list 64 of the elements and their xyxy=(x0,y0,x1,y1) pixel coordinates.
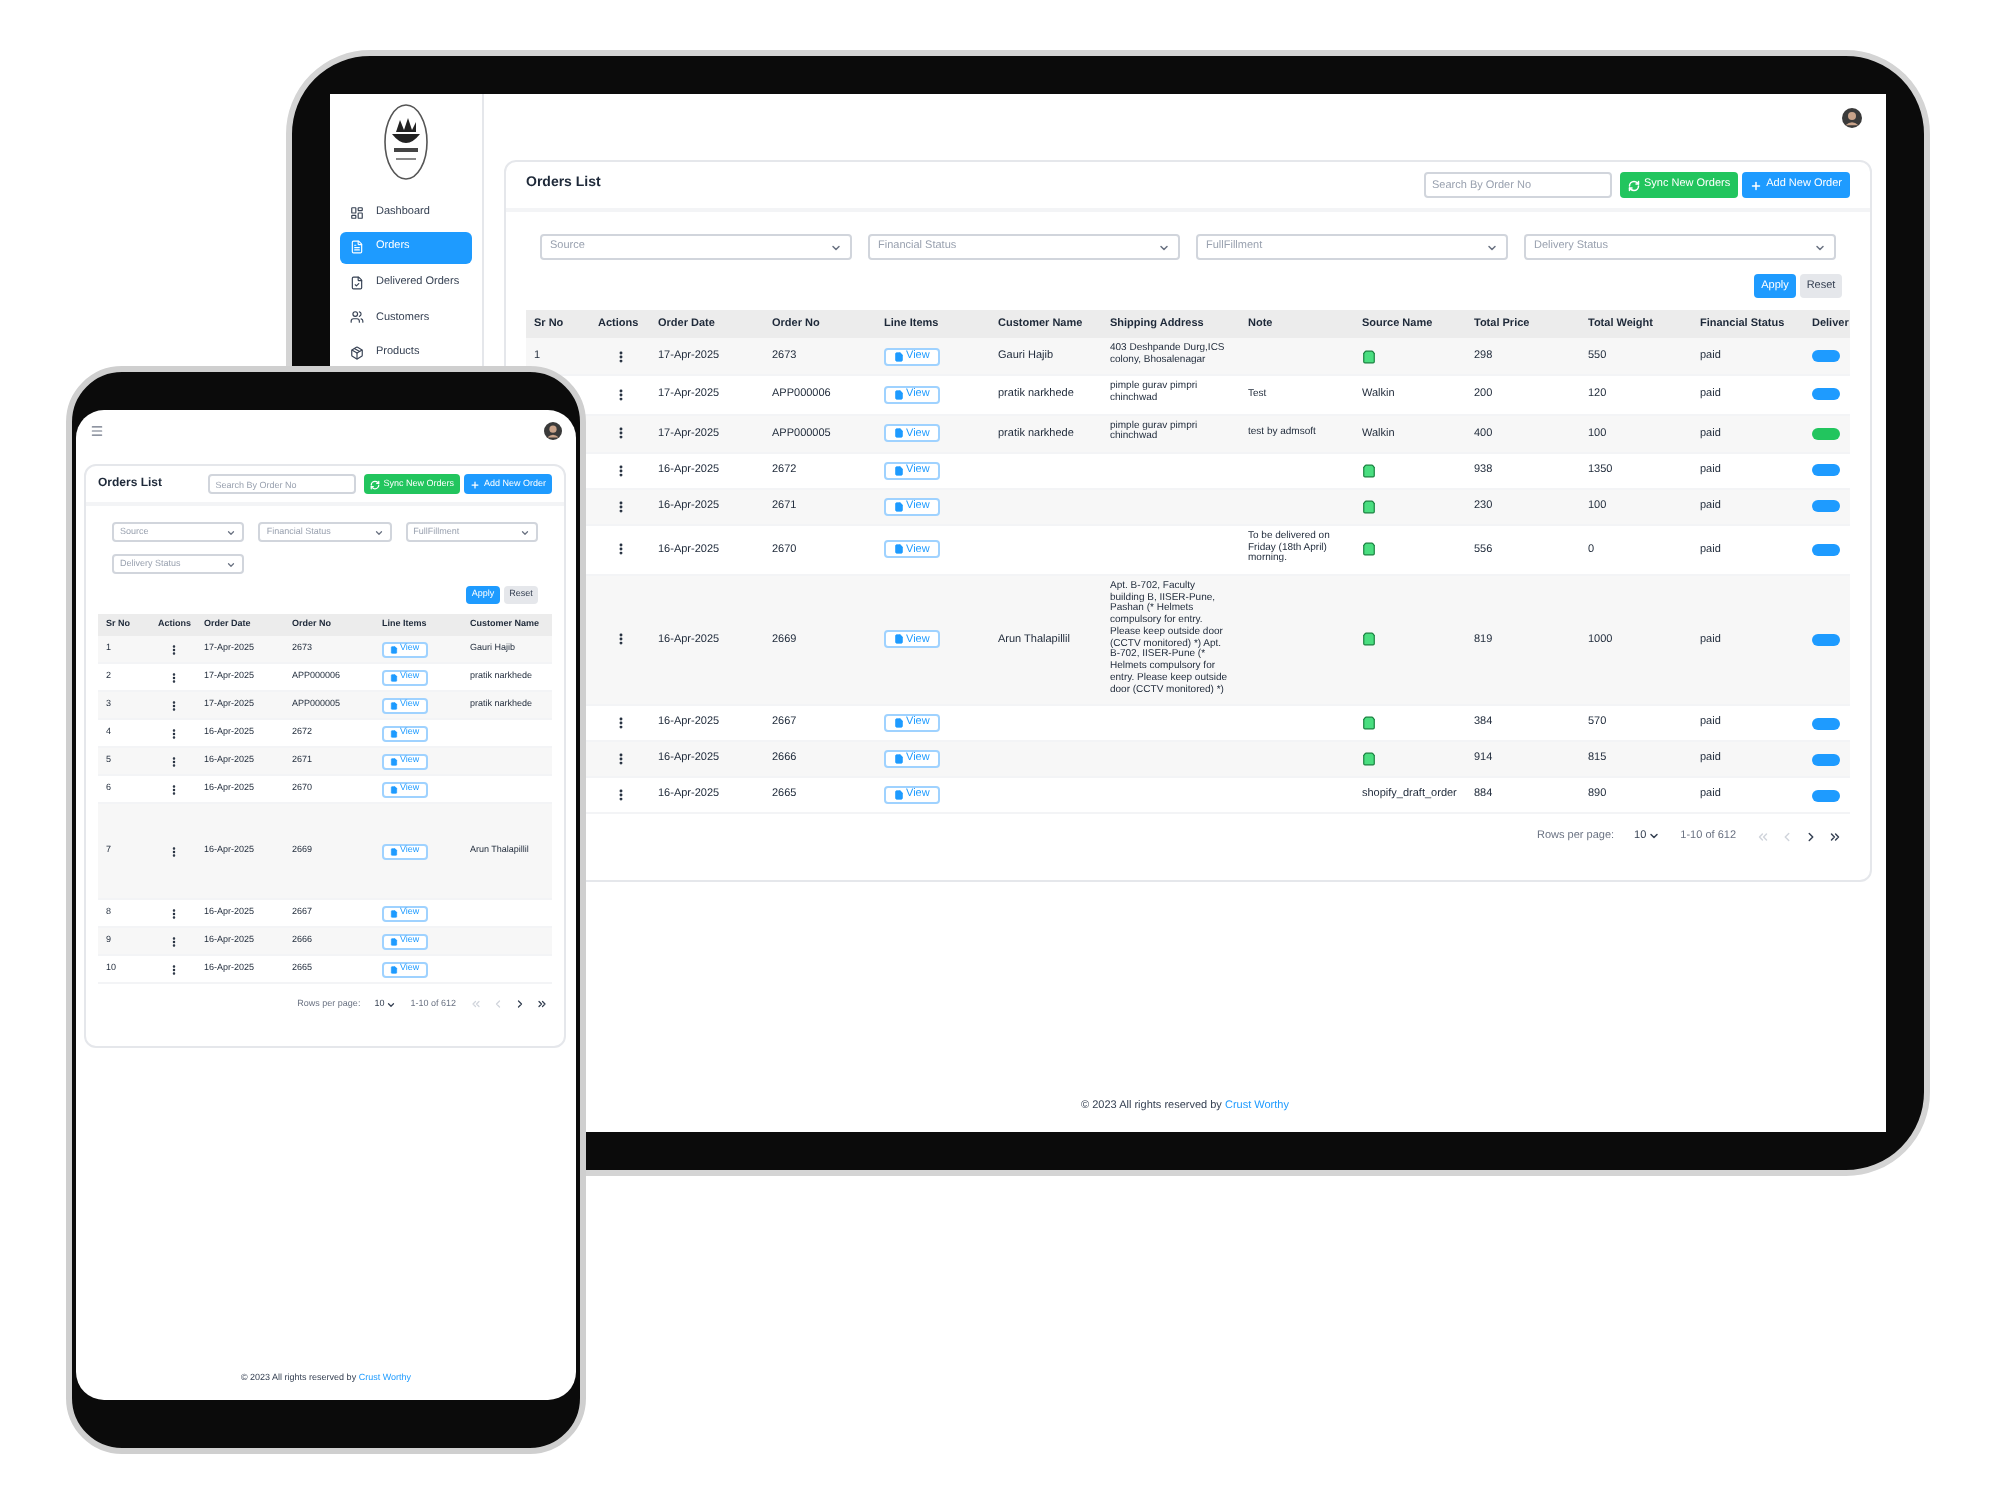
file-icon xyxy=(894,754,904,764)
logo-icon xyxy=(384,104,428,180)
dropdown-caret-icon xyxy=(830,241,842,253)
file-icon xyxy=(390,645,398,653)
dropdown-caret-icon xyxy=(226,559,237,569)
file-icon xyxy=(390,701,398,709)
file-icon xyxy=(894,501,904,512)
file-icon xyxy=(390,673,398,681)
box-icon xyxy=(350,345,364,360)
file-icon xyxy=(390,785,398,793)
shopping-bag-icon xyxy=(1362,716,1376,730)
next-page-icon[interactable] xyxy=(514,998,526,1010)
more-options-icon[interactable] xyxy=(167,699,179,711)
document-icon xyxy=(350,275,364,290)
refresh-icon xyxy=(369,479,380,489)
shopping-bag-icon xyxy=(1362,542,1376,557)
file-icon xyxy=(894,718,904,728)
file-icon xyxy=(894,790,904,800)
shopping-bag-icon xyxy=(1362,752,1376,766)
last-page-icon[interactable] xyxy=(1828,829,1842,843)
more-options-icon[interactable] xyxy=(167,755,179,767)
more-options-icon[interactable] xyxy=(167,907,179,919)
file-icon xyxy=(390,757,398,765)
next-page-icon[interactable] xyxy=(1804,829,1818,843)
dropdown-caret-icon xyxy=(1648,830,1661,842)
dropdown-caret-icon xyxy=(226,527,237,537)
last-page-icon[interactable] xyxy=(536,998,548,1010)
more-options-icon[interactable] xyxy=(167,783,179,795)
dropdown-caret-icon xyxy=(386,999,397,1009)
file-icon xyxy=(390,965,398,973)
file-icon xyxy=(390,937,398,945)
shopping-bag-icon xyxy=(1362,463,1376,478)
people-icon xyxy=(350,310,364,325)
avatar[interactable] xyxy=(1842,108,1862,128)
file-icon xyxy=(390,909,398,917)
more-options-icon[interactable] xyxy=(167,963,179,975)
dropdown-caret-icon xyxy=(520,527,530,537)
avatar[interactable] xyxy=(544,421,562,439)
document-icon xyxy=(350,240,364,255)
file-icon xyxy=(894,428,904,439)
plus-icon xyxy=(469,479,480,489)
more-options-icon[interactable] xyxy=(167,935,179,947)
dropdown-caret-icon xyxy=(373,527,384,537)
grid-icon xyxy=(350,205,364,219)
shopping-bag-icon xyxy=(1362,349,1376,364)
dropdown-caret-icon xyxy=(1486,241,1498,253)
more-options-icon[interactable] xyxy=(167,845,179,857)
file-icon xyxy=(390,847,398,855)
file-icon xyxy=(390,729,398,737)
file-icon xyxy=(894,389,904,400)
file-icon xyxy=(894,544,904,555)
plus-icon xyxy=(1750,179,1763,191)
shopping-bag-icon xyxy=(1362,632,1376,647)
file-icon xyxy=(894,634,904,645)
shopping-bag-icon xyxy=(1362,499,1376,514)
refresh-icon xyxy=(1627,179,1640,191)
menu-icon[interactable] xyxy=(90,423,104,437)
file-icon xyxy=(894,465,904,476)
more-options-icon[interactable] xyxy=(167,643,179,655)
dropdown-caret-icon xyxy=(1814,241,1826,253)
file-icon xyxy=(894,351,904,362)
more-options-icon[interactable] xyxy=(167,727,179,739)
more-options-icon[interactable] xyxy=(167,671,179,683)
dropdown-caret-icon xyxy=(1158,241,1170,253)
